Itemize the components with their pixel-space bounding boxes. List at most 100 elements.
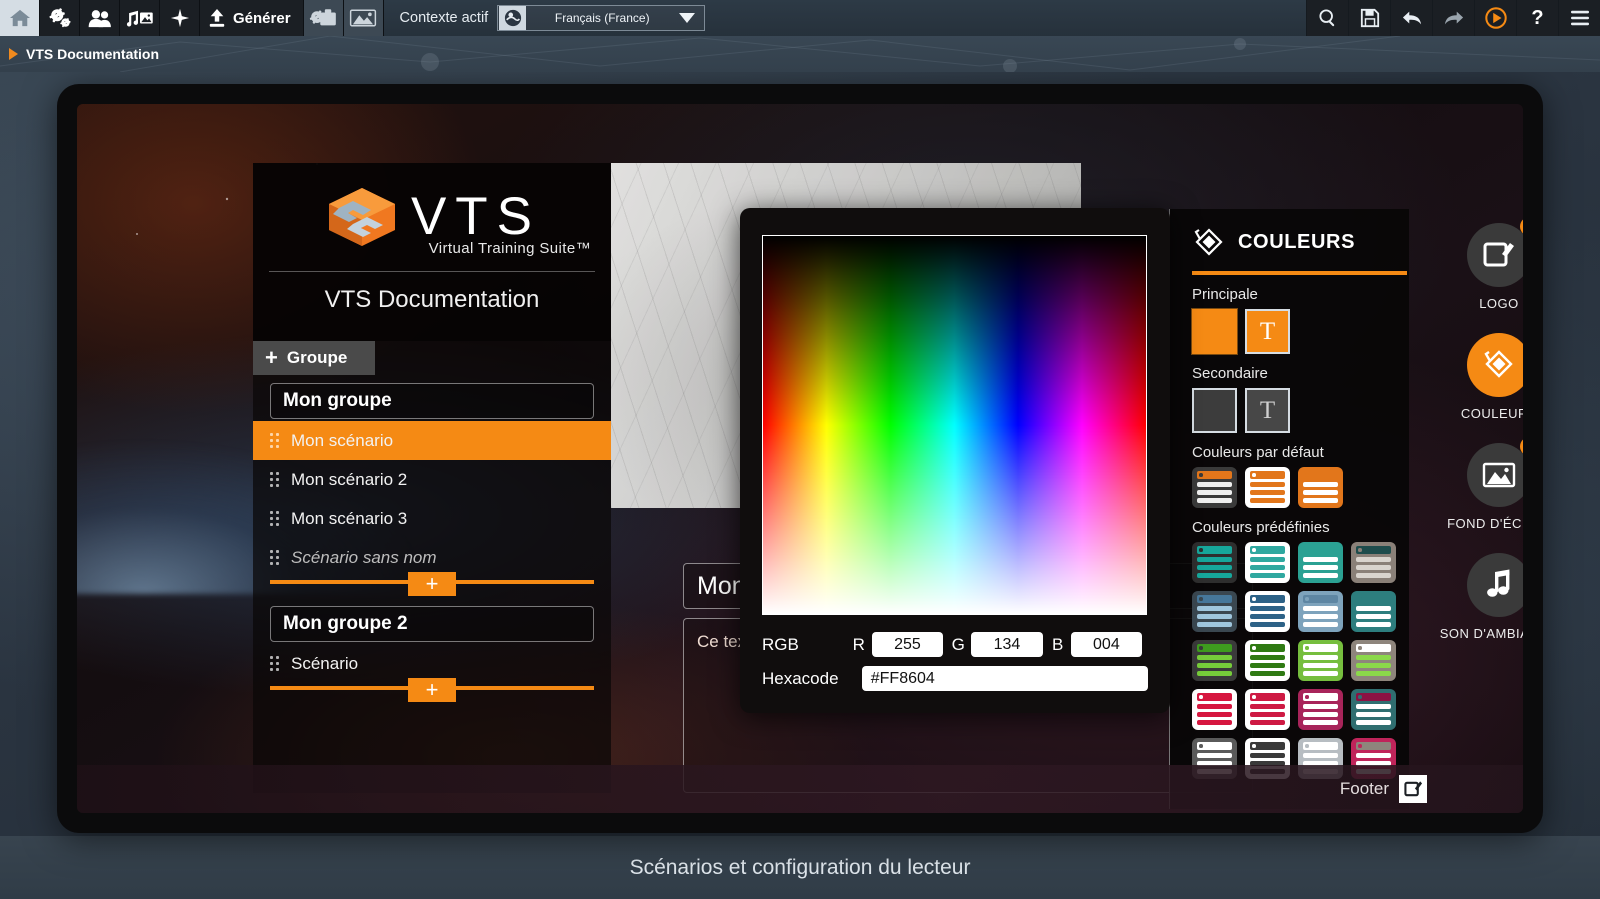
footer-edit-button[interactable] bbox=[1399, 775, 1427, 803]
play-button[interactable] bbox=[1474, 0, 1516, 36]
hex-label: Hexacode bbox=[762, 668, 839, 688]
predefined-theme-swatch[interactable] bbox=[1351, 591, 1396, 632]
predefined-theme-swatch[interactable] bbox=[1298, 591, 1343, 632]
toolbar-left-group: Générer bbox=[0, 0, 384, 36]
predefined-theme-swatch[interactable] bbox=[1245, 640, 1290, 681]
add-group-label: Groupe bbox=[286, 348, 348, 367]
secondaire-fill-swatch[interactable] bbox=[1192, 388, 1237, 433]
predefined-colors-label: Couleurs prédéfinies bbox=[1192, 519, 1330, 536]
tool-son-ambiance[interactable]: SON D'AMBIANCE bbox=[1409, 553, 1523, 641]
help-button[interactable]: ? bbox=[1516, 0, 1558, 36]
tool-logo-circle[interactable]: ✕ bbox=[1467, 217, 1523, 287]
default-theme-swatch[interactable] bbox=[1192, 467, 1237, 508]
hex-row: Hexacode #FF8604 bbox=[762, 666, 1148, 691]
media-button[interactable] bbox=[120, 0, 160, 36]
tool-couleurs-circle[interactable] bbox=[1467, 333, 1523, 397]
paint-bucket-icon bbox=[1194, 227, 1223, 256]
b-input[interactable]: 004 bbox=[1070, 632, 1142, 657]
scenario-item-mon-scenario-2[interactable]: Mon scénario 2 bbox=[253, 460, 611, 499]
colors-panel-header: COULEURS bbox=[1192, 209, 1409, 267]
settings-button[interactable] bbox=[40, 0, 80, 36]
save-button[interactable] bbox=[1348, 0, 1390, 36]
image-frame-button[interactable] bbox=[343, 0, 384, 36]
toolbar-right-group: ? bbox=[1306, 0, 1600, 36]
drag-handle-icon[interactable] bbox=[270, 432, 281, 449]
users-button[interactable] bbox=[80, 0, 120, 36]
text-glyph: T bbox=[1259, 317, 1276, 345]
predefined-theme-swatch[interactable] bbox=[1192, 640, 1237, 681]
context-label: Contexte actif bbox=[399, 10, 489, 26]
predefined-theme-grid bbox=[1192, 542, 1409, 779]
drag-handle-icon[interactable] bbox=[270, 471, 281, 488]
drag-handle-icon[interactable] bbox=[270, 510, 281, 527]
home-button[interactable] bbox=[0, 0, 40, 36]
predefined-theme-swatch[interactable] bbox=[1298, 640, 1343, 681]
principale-fill-swatch[interactable] bbox=[1191, 308, 1238, 355]
tool-son-ambiance-circle[interactable] bbox=[1467, 553, 1523, 617]
add-scenario-button[interactable]: + bbox=[408, 572, 456, 596]
predefined-theme-swatch[interactable] bbox=[1351, 640, 1396, 681]
g-input[interactable]: 134 bbox=[971, 632, 1043, 657]
main-toolbar: Générer Contexte actif Français (France)… bbox=[0, 0, 1600, 36]
tool-son-ambiance-label: SON D'AMBIANCE bbox=[1439, 626, 1523, 641]
undo-button[interactable] bbox=[1390, 0, 1432, 36]
tool-fond-ecran-circle[interactable]: ✕ bbox=[1467, 437, 1523, 507]
predefined-theme-swatch[interactable] bbox=[1298, 542, 1343, 583]
add-scenario-button-2[interactable]: + bbox=[408, 678, 456, 702]
secondaire-text-swatch[interactable]: T bbox=[1245, 388, 1290, 433]
tool-fond-ecran-label: FOND D'ÉCRAN bbox=[1447, 516, 1523, 531]
predefined-theme-swatch[interactable] bbox=[1192, 689, 1237, 730]
context-language-select[interactable]: Français (France) bbox=[497, 5, 706, 31]
scenario-list: Mon scénario Mon scénario 2 Mon scénario… bbox=[253, 421, 611, 577]
application-window: Générer Contexte actif Français (France)… bbox=[0, 0, 1600, 899]
tool-logo-close-badge[interactable]: ✕ bbox=[1520, 217, 1523, 236]
predefined-theme-swatch[interactable] bbox=[1245, 591, 1290, 632]
tool-fond-ecran-close-badge[interactable]: ✕ bbox=[1520, 437, 1523, 456]
search-button[interactable] bbox=[1306, 0, 1348, 36]
redo-button[interactable] bbox=[1432, 0, 1474, 36]
default-theme-swatch[interactable] bbox=[1245, 467, 1290, 508]
principale-text-swatch[interactable]: T bbox=[1245, 309, 1290, 354]
search-icon bbox=[1318, 9, 1334, 27]
tool-couleurs[interactable]: COULEURS bbox=[1409, 333, 1523, 421]
predefined-theme-swatch[interactable] bbox=[1192, 542, 1237, 583]
package-settings-button[interactable] bbox=[303, 0, 344, 36]
music-note-icon bbox=[1487, 569, 1510, 597]
predefined-theme-swatch[interactable] bbox=[1245, 542, 1290, 583]
tool-logo[interactable]: ✕ LOGO bbox=[1409, 217, 1523, 311]
saturation-value-gradient[interactable] bbox=[762, 235, 1147, 615]
menu-button[interactable] bbox=[1558, 0, 1600, 36]
add-group-button[interactable]: + Groupe bbox=[253, 341, 375, 375]
drag-handle-icon[interactable] bbox=[270, 549, 281, 566]
predefined-theme-swatch[interactable] bbox=[1351, 542, 1396, 583]
group-name-input-2[interactable]: Mon groupe 2 bbox=[270, 606, 594, 642]
scenario-item-mon-scenario[interactable]: Mon scénario bbox=[253, 421, 611, 460]
scenario-label: Mon scénario bbox=[291, 430, 394, 450]
brand-block: VTS Virtual Training Suite™ VTS Document… bbox=[253, 163, 611, 341]
generate-button[interactable]: Générer bbox=[200, 0, 304, 36]
drag-handle-icon[interactable] bbox=[270, 655, 281, 672]
group-name-input[interactable]: Mon groupe bbox=[270, 383, 594, 419]
hex-input[interactable]: #FF8604 bbox=[861, 666, 1148, 691]
home-icon bbox=[9, 9, 30, 27]
add-scenario-bar-group-1: + bbox=[270, 572, 594, 596]
scenario-item-mon-scenario-3[interactable]: Mon scénario 3 bbox=[253, 499, 611, 538]
default-theme-swatch[interactable] bbox=[1298, 467, 1343, 508]
context-language-value: Français (France) bbox=[554, 11, 650, 25]
predefined-theme-swatch[interactable] bbox=[1298, 689, 1343, 730]
predefined-theme-swatch[interactable] bbox=[1245, 689, 1290, 730]
users-icon bbox=[88, 10, 111, 28]
logo-tagline: Virtual Training Suite™ bbox=[428, 240, 591, 257]
predefined-theme-swatch[interactable] bbox=[1351, 689, 1396, 730]
predefined-theme-swatch[interactable] bbox=[1192, 591, 1237, 632]
secondaire-label: Secondaire bbox=[1192, 365, 1268, 382]
breadcrumb-label[interactable]: VTS Documentation bbox=[26, 46, 159, 62]
tool-fond-ecran[interactable]: ✕ FOND D'ÉCRAN bbox=[1409, 437, 1523, 531]
scenario-label: Scénario bbox=[291, 653, 359, 673]
audio-button[interactable] bbox=[160, 0, 200, 36]
add-scenario-bar-group-2: + bbox=[270, 678, 594, 702]
scenario-label: Mon scénario 3 bbox=[291, 508, 408, 528]
r-input[interactable]: 255 bbox=[871, 632, 944, 657]
menu-icon bbox=[1570, 10, 1589, 26]
context-area: Contexte actif Français (France) bbox=[384, 0, 706, 36]
